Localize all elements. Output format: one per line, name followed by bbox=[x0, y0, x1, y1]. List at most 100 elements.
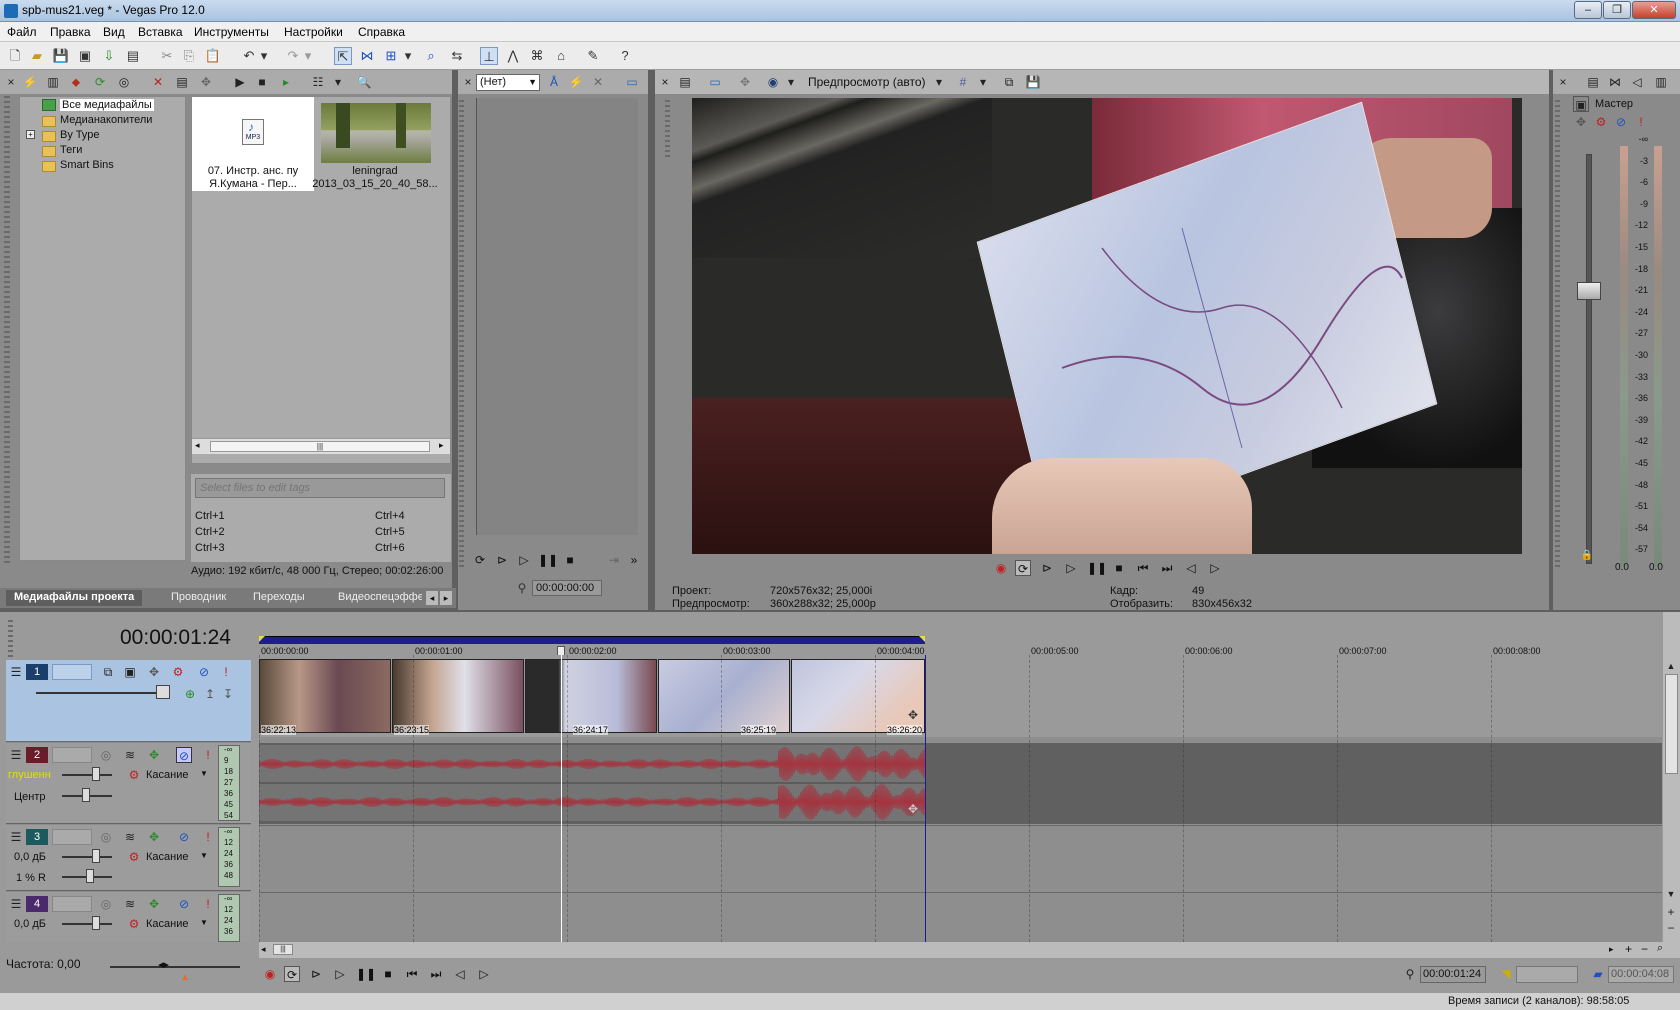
go-start-icon[interactable]: ⏮ bbox=[1135, 560, 1151, 576]
overlays-icon[interactable]: # bbox=[955, 74, 971, 90]
mute-icon[interactable]: ⊘ bbox=[196, 664, 212, 680]
track-fx-icon[interactable]: ⚙ bbox=[170, 664, 186, 680]
tabs-next-icon[interactable]: ▸ bbox=[440, 591, 452, 605]
chevron-down-icon[interactable]: ▼ bbox=[200, 769, 208, 778]
envelope-icon[interactable]: ≋ bbox=[122, 747, 138, 763]
menu-view[interactable]: Вид bbox=[103, 25, 125, 39]
stop-icon[interactable]: ■ bbox=[1111, 560, 1127, 576]
selection-tool-icon[interactable]: ⊞ bbox=[382, 47, 400, 65]
go-end-icon[interactable]: ⏭ bbox=[428, 966, 444, 982]
media-fx-icon[interactable]: ◎ bbox=[116, 74, 132, 90]
solo-icon[interactable]: ! bbox=[200, 747, 216, 763]
arm-record-icon[interactable]: ◎ bbox=[98, 829, 114, 845]
play-icon[interactable]: ▷ bbox=[332, 966, 348, 982]
overlays-dropdown-icon[interactable]: ▾ bbox=[975, 74, 991, 90]
redo-icon[interactable]: ↷ bbox=[284, 47, 302, 65]
tab-video-fx[interactable]: Видеоспецэффе bbox=[330, 590, 422, 606]
trimmer-source-select[interactable]: (Нет) ▼ bbox=[476, 74, 540, 91]
shortcut-6[interactable]: Ctrl+6 bbox=[375, 542, 405, 554]
close-panel-icon[interactable]: × bbox=[460, 74, 476, 90]
loop-start-flag[interactable] bbox=[259, 636, 265, 642]
arm-record-icon[interactable]: ◎ bbox=[98, 747, 114, 763]
copy-icon[interactable]: ⎘ bbox=[180, 47, 198, 65]
tab-project-media[interactable]: Медиафайлы проекта bbox=[6, 590, 143, 606]
track-header-audio-2[interactable]: ☰ 2 ◎ ≋ ✥ ⊘ ! глушенн ⚙ Касание ▼ Центр bbox=[6, 743, 251, 824]
tool-dropdown-icon[interactable]: ▾ bbox=[402, 47, 414, 65]
zoom-tool-icon[interactable]: ⌕ bbox=[422, 47, 440, 65]
go-start-icon[interactable]: ⏮ bbox=[404, 966, 420, 982]
close-panel-icon[interactable]: × bbox=[1555, 74, 1571, 90]
mute-icon[interactable]: ⊘ bbox=[1613, 114, 1629, 130]
new-icon[interactable]: 🗋 bbox=[6, 47, 24, 65]
expand-icon[interactable]: + bbox=[26, 130, 35, 139]
make-child-icon[interactable]: ↧ bbox=[220, 686, 236, 702]
automation-gear-icon[interactable]: ⚙ bbox=[126, 916, 142, 932]
fx-icon[interactable]: ✥ bbox=[146, 747, 162, 763]
volume-slider[interactable] bbox=[62, 856, 112, 858]
mute-icon[interactable]: ⊘ bbox=[176, 829, 192, 845]
timeline-vscrollbar[interactable]: ▲ ▼ + − bbox=[1663, 612, 1680, 942]
fx-icon[interactable]: ✥ bbox=[146, 896, 162, 912]
auto-ripple-icon[interactable]: ⌘ bbox=[528, 47, 546, 65]
whats-this-icon[interactable]: ? bbox=[616, 47, 634, 65]
pause-icon[interactable]: ❚❚ bbox=[356, 966, 376, 982]
audio-track-lane[interactable] bbox=[259, 892, 1662, 942]
pause-icon[interactable]: ❚❚ bbox=[1087, 560, 1107, 576]
zoom-in-icon[interactable]: + bbox=[1625, 942, 1632, 956]
edit-tool-icon[interactable]: ⇱ bbox=[334, 47, 352, 65]
open-icon[interactable]: ▰ bbox=[28, 47, 46, 65]
next-frame-icon[interactable]: ▷ bbox=[1207, 560, 1223, 576]
rate-knob-icon[interactable]: ◂▸ bbox=[158, 958, 169, 971]
loop-end-flag[interactable] bbox=[919, 636, 925, 642]
chevron-down-icon[interactable]: ▼ bbox=[200, 851, 208, 860]
automation-mode[interactable]: Касание bbox=[146, 769, 188, 781]
video-clip[interactable] bbox=[392, 659, 524, 733]
split-screen-icon[interactable]: ◉ bbox=[765, 74, 781, 90]
track-name-field[interactable] bbox=[52, 896, 92, 912]
go-end-icon[interactable]: ⏭ bbox=[1159, 560, 1175, 576]
panel-grip[interactable] bbox=[4, 96, 10, 566]
master-fader-knob[interactable] bbox=[1577, 282, 1601, 300]
menu-tools[interactable]: Инструменты bbox=[194, 25, 269, 39]
volume-slider[interactable] bbox=[62, 774, 112, 776]
tree-item-smart-bins[interactable]: Smart Bins bbox=[20, 159, 180, 173]
parent-icon[interactable]: ⊕ bbox=[182, 686, 198, 702]
track-menu-icon[interactable]: ☰ bbox=[8, 664, 24, 680]
properties-small-icon[interactable]: ▤ bbox=[174, 74, 190, 90]
trimmer-monitor-icon[interactable]: ▭ bbox=[624, 74, 640, 90]
panel-grip[interactable] bbox=[665, 100, 670, 160]
timeline-hscrollbar[interactable]: ◂ ||| ▸ + − ⌕ bbox=[259, 942, 1680, 958]
close-panel-icon[interactable]: × bbox=[3, 74, 19, 90]
envelope-icon[interactable]: ≋ bbox=[122, 896, 138, 912]
cut-icon[interactable]: ✂ bbox=[158, 47, 176, 65]
media-hscrollbar[interactable]: ◂ ||| ▸ bbox=[192, 438, 450, 454]
scroll-left-icon[interactable]: ◂ bbox=[195, 440, 200, 451]
maximize-button[interactable]: ❐ bbox=[1603, 1, 1631, 19]
capture-icon[interactable]: ▥ bbox=[45, 74, 61, 90]
scroll-right-icon[interactable]: ▸ bbox=[439, 440, 444, 451]
composite-level-knob[interactable] bbox=[156, 685, 170, 699]
volume-knob[interactable] bbox=[92, 849, 100, 863]
track-name-field[interactable] bbox=[52, 829, 92, 845]
save-snapshot-icon[interactable]: 💾 bbox=[1025, 74, 1041, 90]
dim-icon[interactable]: ◁ bbox=[1629, 74, 1645, 90]
scroll-up-icon[interactable]: ▲ bbox=[1663, 658, 1679, 674]
zoom-out-v-icon[interactable]: − bbox=[1663, 920, 1679, 936]
play-from-start-icon[interactable]: ⊳ bbox=[1039, 560, 1055, 576]
rate-slider[interactable] bbox=[110, 966, 240, 968]
play-from-start-icon[interactable]: ⊳ bbox=[494, 552, 510, 568]
split-icon[interactable]: ⇆ bbox=[448, 47, 466, 65]
tree-item-tags[interactable]: Теги bbox=[20, 144, 180, 158]
ignore-grouping-icon[interactable]: ✎ bbox=[584, 47, 602, 65]
redo-dropdown-icon[interactable]: ▾ bbox=[302, 47, 314, 65]
volume-knob[interactable] bbox=[92, 916, 100, 930]
volume-slider[interactable] bbox=[62, 923, 112, 925]
audio-track-lane[interactable] bbox=[259, 825, 1662, 891]
project-props-icon[interactable]: ▤ bbox=[677, 74, 693, 90]
track-menu-icon[interactable]: ☰ bbox=[8, 747, 24, 763]
fx-icon[interactable]: ✥ bbox=[737, 74, 753, 90]
tree-item-media-bins[interactable]: Медианакопители bbox=[20, 114, 180, 128]
stop-small-icon[interactable]: ■ bbox=[254, 74, 270, 90]
scroll-thumb[interactable]: ||| bbox=[210, 441, 430, 452]
meters-icon[interactable]: ▥ bbox=[1653, 74, 1669, 90]
